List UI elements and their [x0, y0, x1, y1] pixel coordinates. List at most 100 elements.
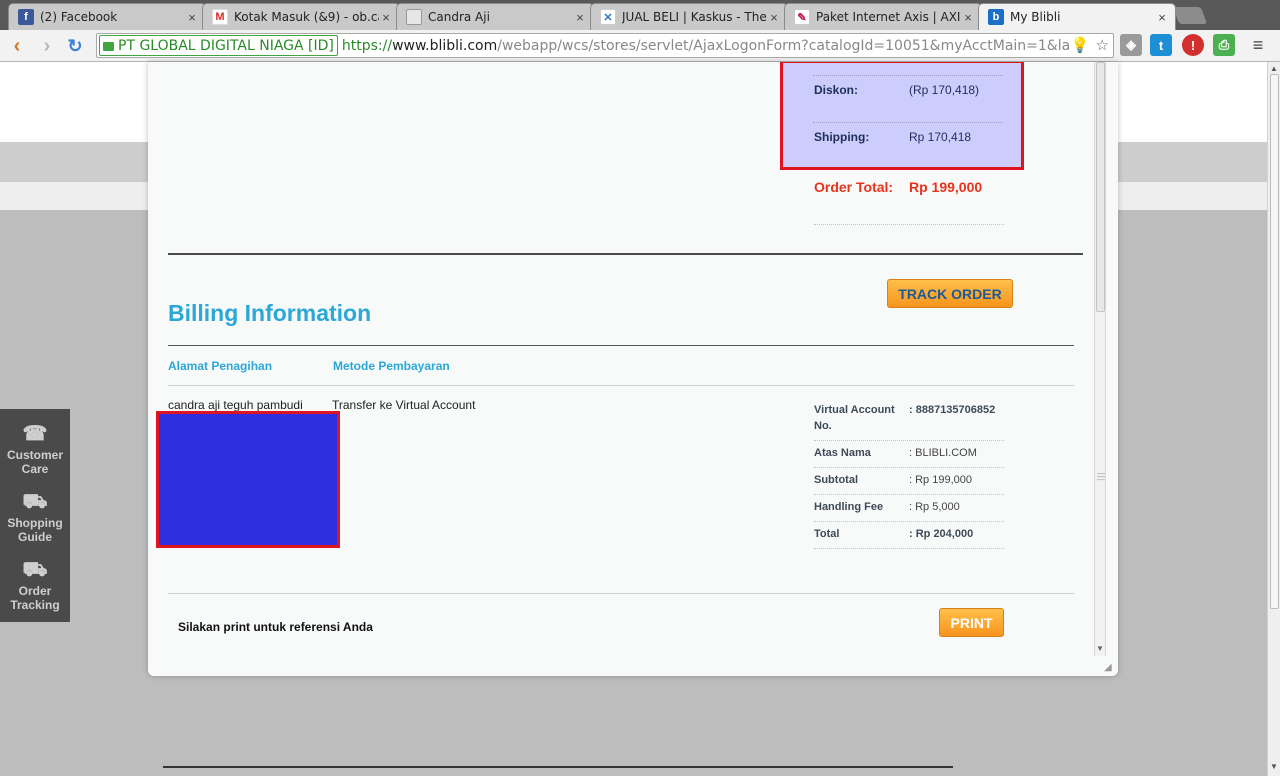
order-summary-highlight: Diskon: (Rp 170,418) Shipping: Rp 170,41… — [780, 62, 1024, 170]
scroll-down-icon[interactable]: ▼ — [1270, 762, 1278, 771]
divider — [814, 440, 1004, 441]
detail-value: : BLIBLI.COM — [909, 447, 977, 459]
page-icon — [406, 9, 422, 25]
blibli-icon: b — [988, 9, 1004, 25]
diskon-value: (Rp 170,418) — [909, 83, 980, 97]
scroll-down-icon[interactable]: ▼ — [1096, 644, 1104, 653]
truck-icon: ⛟ — [22, 559, 48, 581]
diskon-label: Diskon: — [814, 83, 859, 97]
kaskus-icon: ✕ — [600, 9, 616, 25]
detail-label: Virtual Account No. — [814, 404, 895, 432]
reload-icon[interactable]: ↻ — [64, 35, 86, 57]
scroll-grip-icon: — — — — [1097, 469, 1105, 484]
detail-label: Subtotal — [814, 474, 858, 486]
tab-title: (2) Facebook — [40, 10, 118, 24]
shopping-guide-link[interactable]: ⛟ Shopping Guide — [0, 491, 70, 544]
url-path: /webapp/wcs/stores/servlet/AjaxLogonForm… — [497, 37, 1101, 54]
new-tab-button[interactable] — [1172, 7, 1208, 24]
bookmark-star-icon[interactable]: ☆ — [1096, 36, 1109, 54]
back-icon[interactable]: ‹ — [6, 35, 28, 57]
scroll-up-icon[interactable]: ▲ — [1270, 64, 1278, 73]
side-item-label: Tracking — [10, 598, 60, 612]
ev-label: PT GLOBAL DIGITAL NIAGA [ID] — [118, 37, 334, 54]
divider — [168, 385, 1074, 386]
tab-title: My Blibli — [1010, 10, 1061, 24]
close-icon[interactable]: × — [185, 10, 199, 25]
divider — [168, 593, 1074, 594]
order-tracking-link[interactable]: ⛟ Order Tracking — [0, 559, 70, 612]
lock-icon — [103, 42, 114, 51]
tab-facebook[interactable]: f (2) Facebook × — [8, 3, 206, 30]
tab-title: Kotak Masuk (&9) - ob.ca... — [234, 10, 379, 24]
section-divider — [168, 345, 1074, 346]
order-total-row: Order Total: Rp 199,000 — [814, 179, 982, 195]
detail-label: Handling Fee — [814, 501, 884, 513]
shield-extension-icon[interactable]: ◈ — [1120, 34, 1142, 56]
divider — [814, 521, 1004, 522]
side-item-label: Guide — [17, 530, 52, 544]
close-icon[interactable]: × — [961, 10, 975, 25]
divider — [814, 224, 1004, 225]
address-bar[interactable]: PT GLOBAL DIGITAL NIAGA [ID] https://www… — [96, 33, 1114, 58]
col-header-payment: Metode Pembayaran — [333, 359, 450, 373]
side-item-label: Customer — [6, 448, 63, 462]
telephone-icon: ☎ — [22, 423, 48, 445]
print-extension-icon[interactable]: ⎙ — [1213, 34, 1235, 56]
url-host: www.blibli.com — [392, 37, 498, 54]
side-item-label: Care — [21, 462, 49, 476]
shipping-value: Rp 170,418 — [909, 130, 972, 144]
print-note: Silakan print untuk referensi Anda — [178, 620, 373, 634]
side-item-label: Order — [18, 584, 52, 598]
order-total-value: Rp 199,000 — [909, 179, 983, 195]
tab-candra-aji[interactable]: Candra Aji × — [396, 3, 594, 30]
resize-grip-icon[interactable]: ◢ — [1104, 662, 1112, 673]
divider — [814, 494, 1004, 495]
order-total-label: Order Total: — [814, 179, 894, 195]
notification-extension-icon[interactable]: ! — [1182, 34, 1204, 56]
divider — [813, 122, 1003, 123]
modal-scrollbar-thumb[interactable] — [1096, 62, 1105, 312]
lightbulb-icon[interactable]: 💡 — [1071, 36, 1090, 54]
modal-scrollbar[interactable]: — — — ▼ — [1094, 62, 1106, 656]
tab-gmail[interactable]: M Kotak Masuk (&9) - ob.ca... × — [202, 3, 400, 30]
close-icon[interactable]: × — [1155, 10, 1169, 25]
close-icon[interactable]: × — [767, 10, 781, 25]
twitter-extension-icon[interactable]: t — [1150, 34, 1172, 56]
tab-my-blibli[interactable]: b My Blibli × — [978, 3, 1176, 30]
order-detail-modal: Diskon: (Rp 170,418) Shipping: Rp 170,41… — [148, 62, 1118, 676]
divider — [813, 75, 1003, 76]
billing-title: Billing Information — [168, 300, 372, 326]
page-scrollbar-thumb[interactable] — [1270, 74, 1279, 609]
side-item-label: Shopping — [7, 516, 63, 530]
detail-label: Total — [814, 528, 840, 540]
detail-value: : 8887135706852 — [909, 404, 996, 416]
divider — [814, 548, 1004, 549]
customer-name: candra aji teguh pambudi — [168, 398, 303, 412]
print-button[interactable]: PRINT — [939, 608, 1004, 637]
browser-toolbar: ‹ › ↻ PT GLOBAL DIGITAL NIAGA [ID] https… — [0, 30, 1280, 62]
help-side-panel: ☎ Customer Care ⛟ Shopping Guide ⛟ Order… — [0, 409, 70, 622]
divider — [814, 467, 1004, 468]
section-divider — [168, 253, 1083, 255]
shopping-cart-icon: ⛟ — [22, 491, 48, 513]
gmail-icon: M — [212, 9, 228, 25]
tab-title: Paket Internet Axis | AXIS — [816, 10, 961, 24]
customer-care-link[interactable]: ☎ Customer Care — [0, 423, 70, 476]
page-divider — [163, 766, 953, 768]
menu-icon[interactable]: ≡ — [1247, 34, 1269, 56]
url-scheme: https:// — [341, 37, 393, 54]
track-order-button[interactable]: TRACK ORDER — [887, 279, 1013, 308]
shipping-label: Shipping: — [814, 130, 870, 144]
close-icon[interactable]: × — [379, 10, 393, 25]
col-header-address: Alamat Penagihan — [168, 359, 273, 373]
tab-axis[interactable]: ✎ Paket Internet Axis | AXIS × — [784, 3, 982, 30]
page-scrollbar[interactable]: ▲ ▼ — [1267, 62, 1280, 776]
close-icon[interactable]: × — [573, 10, 587, 25]
tab-kaskus[interactable]: ✕ JUAL BELI | Kaskus - The L × — [590, 3, 788, 30]
redacted-address-block — [156, 411, 340, 548]
ev-certificate-badge[interactable]: PT GLOBAL DIGITAL NIAGA [ID] — [99, 35, 338, 56]
tab-title: JUAL BELI | Kaskus - The L — [622, 10, 767, 24]
payment-method: Transfer ke Virtual Account — [332, 398, 476, 412]
detail-value: : Rp 199,000 — [909, 474, 972, 486]
forward-icon[interactable]: › — [36, 35, 58, 57]
